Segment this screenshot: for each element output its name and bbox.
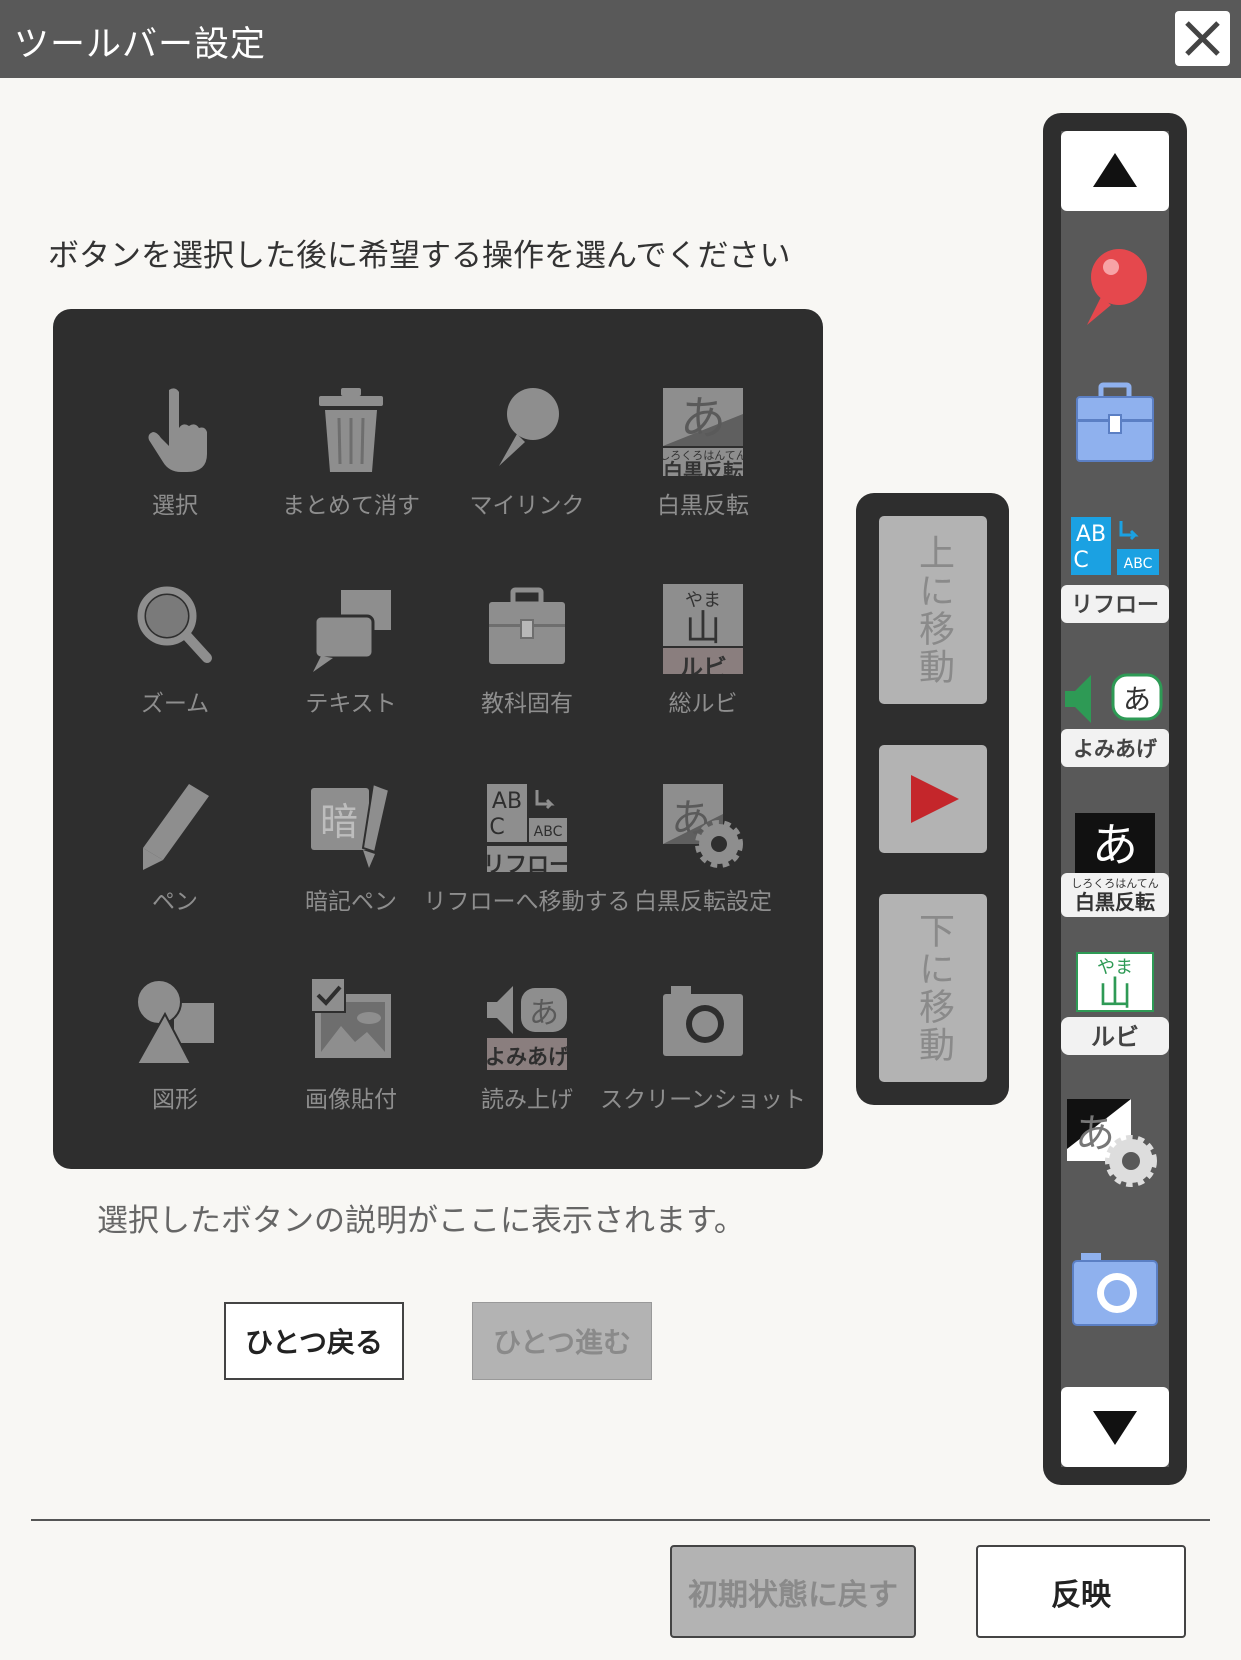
tool-ruby[interactable]: やま 山 ルビ 総ルビ xyxy=(615,582,791,772)
svg-text:暗: 暗 xyxy=(320,800,358,844)
scroll-up-button[interactable] xyxy=(1061,131,1169,211)
footer-divider xyxy=(31,1519,1210,1521)
move-up-button[interactable]: 上に移動 xyxy=(879,516,987,704)
toolbar-preview: AB C ABC リフロー あ よみあげ あ しろくろはんてん 白黒反転 やま … xyxy=(1043,113,1187,1485)
tool-read-aloud[interactable]: あ よみあげ 読み上げ xyxy=(439,978,615,1168)
tool-screenshot[interactable]: スクリーンショット xyxy=(600,978,806,1168)
tool-label: スクリーンショット xyxy=(600,1087,806,1113)
svg-text:ルビ: ルビ xyxy=(679,654,727,674)
toolbox-icon xyxy=(1076,382,1154,462)
shapes-icon xyxy=(135,979,215,1065)
pointer-hand-icon xyxy=(148,388,207,472)
move-controls: 上に移動 下に移動 xyxy=(856,493,1009,1105)
tool-label: 白黒反転設定 xyxy=(634,889,772,915)
tool-zoom[interactable]: ズーム xyxy=(87,582,263,772)
camera-icon xyxy=(663,986,743,1056)
svg-text:白黒反転: 白黒反転 xyxy=(663,459,743,476)
tool-palette: 選択 まとめて消す マイリンク あ しろくろはんてん 白黒反転 白黒反転 ズーム… xyxy=(53,309,823,1169)
read-aloud-icon: あ よみあげ xyxy=(1061,673,1169,767)
trash-icon xyxy=(319,388,383,472)
toolbar-item-invert-settings[interactable]: あ xyxy=(1061,1089,1169,1229)
triangle-down-icon xyxy=(1093,1411,1137,1445)
undo-button[interactable]: ひとつ戻る xyxy=(224,1302,404,1380)
reflow-icon: AB C ABC リフロー xyxy=(487,784,567,872)
tool-shapes[interactable]: 図形 xyxy=(87,978,263,1168)
close-icon xyxy=(1185,21,1220,56)
toolbar-item-invert[interactable]: あ しろくろはんてん 白黒反転 xyxy=(1061,795,1169,935)
tool-mylink[interactable]: マイリンク xyxy=(439,384,615,574)
svg-text:よみあげ: よみあげ xyxy=(487,1045,567,1069)
magnifier-icon xyxy=(137,586,212,663)
tool-pen[interactable]: ペン xyxy=(87,780,263,970)
svg-text:山: 山 xyxy=(1098,974,1132,1014)
ruby-icon: やま 山 ルビ xyxy=(1061,952,1169,1055)
tool-label: 白黒反転 xyxy=(657,493,749,519)
tool-invert-settings[interactable]: あ 白黒反転設定 xyxy=(615,780,791,970)
memorize-pen-icon: 暗 xyxy=(311,782,391,868)
image-paste-icon xyxy=(311,978,391,1058)
svg-text:ABC: ABC xyxy=(1124,556,1153,572)
instruction-text: ボタンを選択した後に希望する操作を選んでください xyxy=(48,238,791,274)
pushpin-icon xyxy=(499,388,559,466)
scroll-down-button[interactable] xyxy=(1061,1387,1169,1467)
pen-icon xyxy=(143,784,209,870)
tool-erase-all[interactable]: まとめて消す xyxy=(263,384,439,574)
svg-text:白黒反転: 白黒反転 xyxy=(1075,890,1155,914)
toolbar-item-reflow[interactable]: AB C ABC リフロー xyxy=(1061,505,1169,645)
toolbar-item-ruby[interactable]: やま 山 ルビ xyxy=(1061,939,1169,1079)
title-bar: ツールバー設定 xyxy=(0,0,1241,78)
tool-memorize-pen[interactable]: 暗 暗記ペン xyxy=(263,780,439,970)
tool-image-paste[interactable]: 画像貼付 xyxy=(263,978,439,1168)
tool-invert[interactable]: あ しろくろはんてん 白黒反転 白黒反転 xyxy=(615,384,791,574)
button-description: 選択したボタンの説明がここに表示されます。 xyxy=(97,1203,745,1239)
invert-colors-icon: あ しろくろはんてん 白黒反転 xyxy=(663,388,743,476)
add-to-toolbar-button[interactable] xyxy=(879,745,987,853)
invert-settings-icon: あ xyxy=(663,784,743,868)
camera-icon xyxy=(1072,1253,1158,1326)
tool-text[interactable]: テキスト xyxy=(263,582,439,772)
toolbar-item-screenshot[interactable] xyxy=(1061,1229,1169,1369)
read-aloud-icon: あ よみあげ xyxy=(487,986,567,1070)
move-down-button[interactable]: 下に移動 xyxy=(879,894,987,1082)
svg-text:ABC: ABC xyxy=(534,824,563,840)
move-up-label: 上に移動 xyxy=(913,534,954,686)
svg-text:リフロー: リフロー xyxy=(1071,593,1159,618)
svg-text:リフロー: リフロー xyxy=(487,853,567,872)
svg-text:あ: あ xyxy=(680,391,726,445)
tool-subject[interactable]: 教科固有 xyxy=(439,582,615,772)
reset-to-default-button[interactable]: 初期状態に戻す xyxy=(670,1545,916,1638)
svg-text:あ: あ xyxy=(1123,683,1151,716)
close-button[interactable] xyxy=(1175,11,1230,66)
svg-text:あ: あ xyxy=(529,996,559,1031)
svg-text:あ: あ xyxy=(1092,818,1138,872)
toolbox-icon xyxy=(489,587,565,664)
tool-label: 総ルビ xyxy=(668,691,738,717)
pushpin-icon xyxy=(1087,249,1147,325)
svg-text:山: 山 xyxy=(685,608,721,649)
svg-text:よみあげ: よみあげ xyxy=(1073,737,1158,761)
svg-text:C: C xyxy=(1073,548,1088,573)
toolbar-preview-list: AB C ABC リフロー あ よみあげ あ しろくろはんてん 白黒反転 やま … xyxy=(1061,131,1169,1467)
svg-text:AB: AB xyxy=(1076,522,1106,547)
invert-settings-icon: あ xyxy=(1067,1099,1157,1187)
svg-text:AB: AB xyxy=(492,789,522,814)
speech-bubbles-icon xyxy=(313,590,391,672)
svg-text:ルビ: ルビ xyxy=(1091,1023,1139,1051)
svg-text:しろくろはんてん: しろくろはんてん xyxy=(1071,877,1158,890)
invert-colors-icon: あ しろくろはんてん 白黒反転 xyxy=(1061,813,1169,917)
svg-text:C: C xyxy=(489,815,504,840)
redo-button[interactable]: ひとつ進む xyxy=(472,1302,652,1380)
play-arrow-icon xyxy=(911,775,959,823)
reflow-icon: AB C ABC リフロー xyxy=(1061,517,1169,623)
ruby-icon: やま 山 ルビ xyxy=(663,584,743,674)
apply-button[interactable]: 反映 xyxy=(976,1545,1186,1638)
toolbar-item-subject[interactable] xyxy=(1061,363,1169,503)
triangle-up-icon xyxy=(1093,153,1137,187)
toolbar-item-mylink[interactable] xyxy=(1061,217,1169,357)
toolbar-item-read-aloud[interactable]: あ よみあげ xyxy=(1061,649,1169,789)
move-down-label: 下に移動 xyxy=(913,912,954,1064)
window-title: ツールバー設定 xyxy=(14,25,267,65)
tool-reflow[interactable]: AB C ABC リフロー リフローへ移動する xyxy=(424,780,631,970)
tool-select[interactable]: 選択 xyxy=(87,384,263,574)
